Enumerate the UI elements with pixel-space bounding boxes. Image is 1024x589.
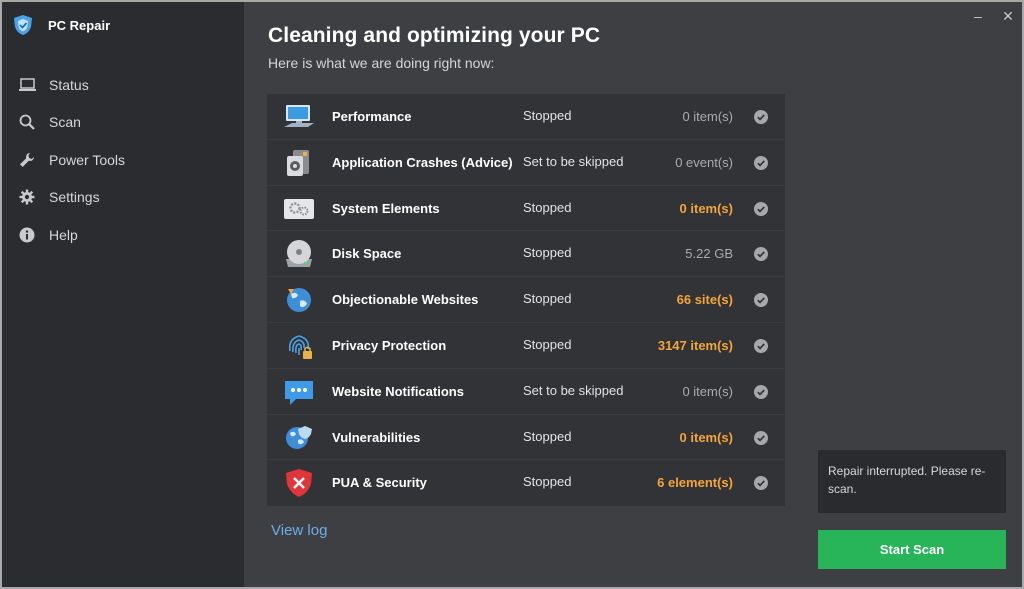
check-icon	[754, 384, 768, 399]
row-count: 3147 item(s)	[657, 337, 733, 353]
chat-bubble-icon	[283, 376, 315, 408]
sidebar-item-label: Power Tools	[49, 151, 126, 168]
laptop-icon	[18, 76, 36, 94]
scan-row-disk-space: Disk Space Stopped 5.22 GB	[267, 231, 785, 278]
sidebar-item-label: Status	[49, 76, 89, 93]
sidebar-item-power-tools[interactable]: Power Tools	[2, 141, 244, 179]
scan-row-privacy-protection: Privacy Protection Stopped 3147 item(s)	[267, 323, 785, 369]
sidebar-item-scan[interactable]: Scan	[2, 104, 244, 142]
wrench-icon	[18, 151, 36, 169]
check-icon	[754, 338, 768, 353]
disk-icon	[283, 238, 315, 270]
globe-warning-icon	[283, 284, 315, 316]
check-icon	[754, 110, 768, 124]
row-count: 0 item(s)	[679, 200, 733, 216]
app-crash-icon	[283, 147, 315, 179]
scan-row-vulnerabilities: Vulnerabilities Stopped 0 item(s)	[267, 415, 785, 461]
row-name: System Elements	[332, 200, 440, 216]
row-count: 0 item(s)	[682, 109, 733, 124]
row-status: Stopped	[523, 428, 572, 444]
repair-notice: Repair interrupted. Please re-scan.	[818, 450, 1006, 513]
row-count: 66 site(s)	[676, 292, 733, 308]
scan-row-objectionable-websites: Objectionable Websites Stopped 66 site(s…	[267, 277, 785, 323]
monitor-icon	[283, 101, 315, 133]
row-name: Privacy Protection	[332, 337, 447, 353]
row-count: 0 event(s)	[675, 154, 733, 170]
check-icon	[754, 201, 768, 216]
row-status: Stopped	[523, 108, 572, 123]
row-name: Performance	[332, 109, 412, 124]
globe-shield-icon	[283, 422, 315, 454]
row-status: Set to be skipped	[523, 382, 624, 398]
row-count: 0 item(s)	[679, 429, 733, 445]
check-icon	[754, 155, 768, 170]
sidebar-item-label: Help	[49, 226, 78, 243]
minimize-button[interactable]: –	[970, 8, 986, 24]
check-icon	[754, 293, 768, 308]
sidebar-item-help[interactable]: Help	[2, 216, 244, 254]
page-subtitle: Here is what we are doing right now:	[268, 55, 495, 71]
check-icon	[754, 476, 768, 491]
scan-row-website-notifications: Website Notifications Set to be skipped …	[267, 369, 785, 415]
row-name: Disk Space	[332, 246, 402, 262]
view-log-link[interactable]: View log	[271, 522, 327, 539]
gears-icon	[283, 193, 315, 225]
scan-row-pua-security: PUA & Security Stopped 6 element(s)	[267, 460, 785, 506]
main-panel: – ✕ Cleaning and optimizing your PC Here…	[244, 2, 1022, 587]
row-status: Stopped	[523, 245, 572, 261]
brand: PC Repair	[12, 14, 110, 36]
sidebar-nav: Status Scan Power Tools Settings Help	[2, 66, 244, 254]
scan-row-performance: Performance Stopped 0 item(s)	[267, 94, 785, 140]
row-name: Vulnerabilities	[332, 429, 421, 445]
row-status: Stopped	[523, 474, 572, 490]
row-name: Application Crashes (Advice)	[332, 154, 513, 170]
page-title: Cleaning and optimizing your PC	[268, 24, 601, 47]
sidebar-item-label: Settings	[49, 189, 100, 206]
gear-icon	[18, 188, 36, 206]
row-status: Stopped	[523, 336, 572, 352]
shield-logo-icon	[14, 15, 32, 35]
close-button[interactable]: ✕	[1000, 8, 1016, 24]
red-shield-x-icon	[283, 467, 315, 499]
sidebar-item-settings[interactable]: Settings	[2, 179, 244, 217]
fingerprint-lock-icon	[283, 330, 315, 362]
scan-row-system-elements: System Elements Stopped 0 item(s)	[267, 186, 785, 232]
row-count: 6 element(s)	[657, 475, 733, 491]
row-name: PUA & Security	[332, 475, 427, 491]
app-title: PC Repair	[48, 17, 111, 33]
row-count: 0 item(s)	[682, 383, 733, 399]
row-status: Stopped	[523, 291, 572, 307]
check-icon	[754, 247, 768, 262]
check-icon	[754, 430, 768, 445]
search-icon	[18, 113, 36, 131]
scan-row-application-crashes: Application Crashes (Advice) Set to be s…	[267, 140, 785, 186]
row-status: Set to be skipped	[523, 153, 624, 169]
row-name: Objectionable Websites	[332, 292, 479, 308]
sidebar-item-label: Scan	[49, 114, 81, 131]
scan-list: Performance Stopped 0 item(s) Applicatio…	[267, 94, 785, 506]
row-name: Website Notifications	[332, 383, 464, 399]
start-scan-button[interactable]: Start Scan	[818, 530, 1006, 569]
info-icon	[18, 226, 36, 244]
app-window: PC Repair Status Scan Power Tools Settin…	[2, 2, 1022, 587]
sidebar: PC Repair Status Scan Power Tools Settin…	[2, 2, 244, 587]
sidebar-item-status[interactable]: Status	[2, 66, 244, 104]
row-status: Stopped	[523, 199, 572, 215]
row-count: 5.22 GB	[685, 246, 733, 262]
